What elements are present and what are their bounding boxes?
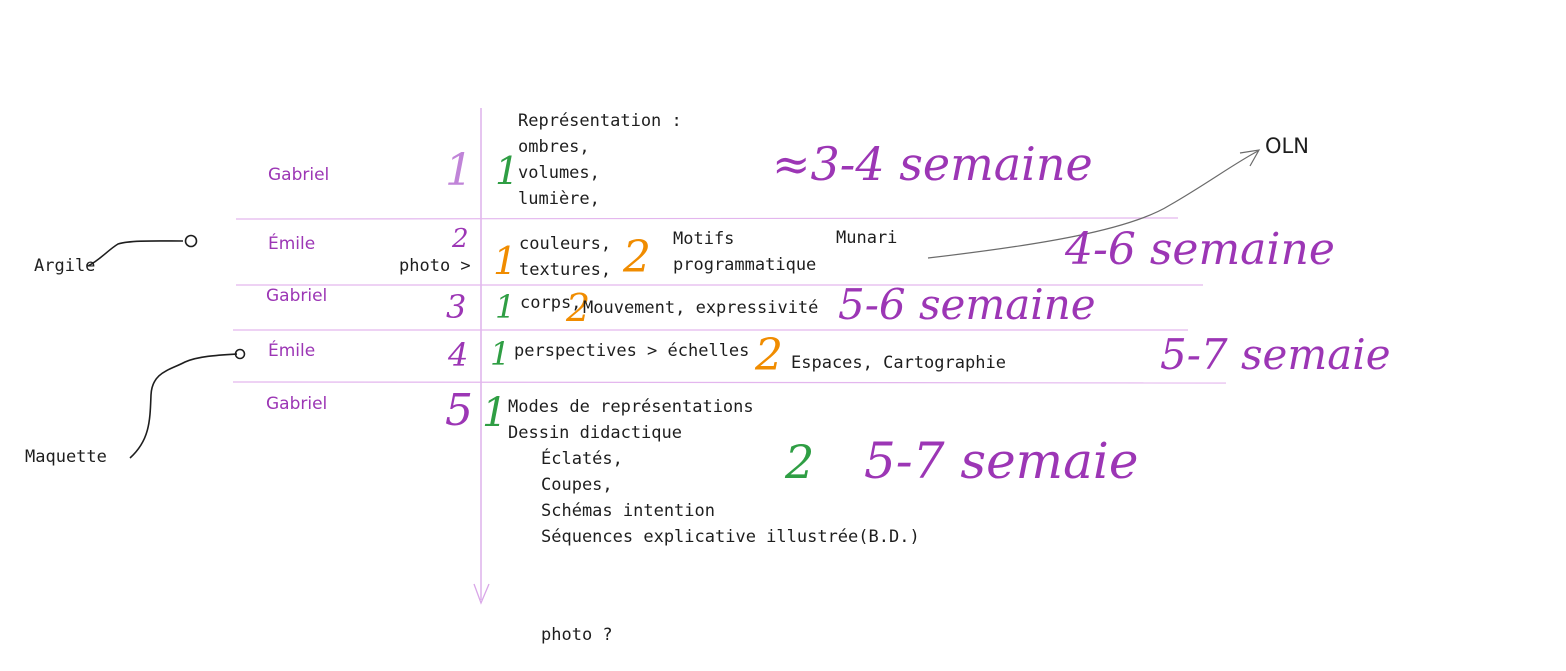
row-3-name: Gabriel bbox=[266, 286, 328, 306]
row-5-subtopics: Éclatés, Coupes, Schémas intention Séque… bbox=[541, 449, 920, 547]
row-1-name: Gabriel bbox=[268, 165, 330, 185]
footer-note: photo ? bbox=[541, 625, 613, 645]
row-2-topics-2: Motifs programmatique bbox=[673, 229, 817, 275]
diagram-canvas: Argile Maquette OLN Gabriel 1 1 Représen… bbox=[0, 0, 1566, 671]
row-2-number: 2 bbox=[452, 224, 469, 254]
row-2-prefix: photo > bbox=[399, 256, 471, 276]
row-4-topics-2: Espaces, Cartographie bbox=[791, 353, 1006, 373]
argile-label: Argile bbox=[34, 256, 96, 276]
row-4-level-2: 2 bbox=[755, 330, 783, 381]
row-1-estimate: ≈3-4 semaine bbox=[772, 137, 1093, 191]
row-1-level-1: 1 bbox=[495, 149, 520, 193]
row-5-level-2: 2 bbox=[785, 435, 815, 489]
row-2-estimate: 4-6 semaine bbox=[1065, 224, 1335, 275]
row-4-number: 4 bbox=[448, 336, 469, 374]
argile-connector bbox=[87, 240, 184, 267]
row-3-estimate: 5-6 semaine bbox=[838, 280, 1096, 329]
argile-connector-dot bbox=[184, 234, 198, 248]
row-separator-1 bbox=[235, 217, 1179, 220]
row-4-name: Émile bbox=[268, 341, 316, 361]
row-2-level-1: 1 bbox=[493, 239, 518, 283]
row-2-name: Émile bbox=[268, 234, 316, 254]
row-2-topics: couleurs, textures, bbox=[519, 234, 612, 280]
row-5-level-1: 1 bbox=[482, 390, 508, 436]
row-4-topics: perspectives > échelles bbox=[514, 341, 750, 361]
row-3-topics-2: Mouvement, expressivité bbox=[583, 298, 819, 318]
row-3-number: 3 bbox=[446, 288, 467, 326]
row-5-topics: Modes de représentations Dessin didactiq… bbox=[508, 397, 754, 443]
row-3-level-1: 1 bbox=[495, 288, 516, 326]
row-1-number: 1 bbox=[445, 145, 473, 196]
row-5-estimate: 5-7 semaie bbox=[864, 432, 1139, 490]
row-4-estimate: 5-7 semaie bbox=[1160, 330, 1391, 379]
oln-label: OLN bbox=[1265, 134, 1309, 158]
row-2-reference: Munari bbox=[836, 228, 898, 248]
row-5-number: 5 bbox=[445, 385, 473, 436]
row-separator-4 bbox=[232, 381, 1227, 384]
row-1-topics: Représentation : ombres, volumes, lumièr… bbox=[518, 111, 682, 209]
row-5-name: Gabriel bbox=[266, 394, 328, 414]
maquette-label: Maquette bbox=[25, 447, 107, 467]
row-4-level-1: 1 bbox=[490, 335, 511, 373]
row-2-level-2: 2 bbox=[623, 232, 651, 283]
maquette-connector bbox=[129, 353, 238, 459]
